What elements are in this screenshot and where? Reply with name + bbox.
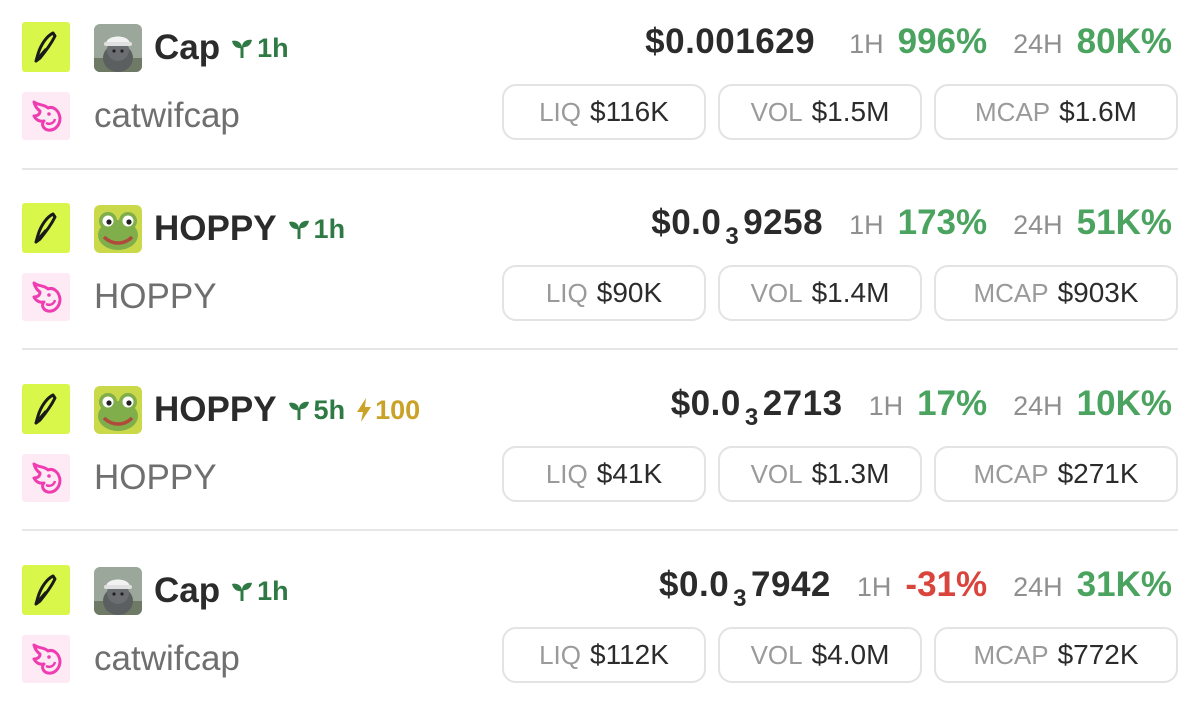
change-1h-value: 17%: [917, 384, 988, 423]
stats-group: LIQ $112K VOL $4.0M MCAP $772K: [502, 627, 1178, 683]
lightning-icon: [357, 398, 372, 422]
token-symbol: HOPPY: [94, 458, 217, 497]
boost-badge[interactable]: 100: [355, 395, 420, 426]
change-24h-value: 51K%: [1076, 203, 1172, 242]
token-name-group[interactable]: Cap 1h: [154, 24, 289, 72]
liquidity-chip[interactable]: LIQ $116K: [502, 84, 706, 140]
change-1h-value: 173%: [897, 203, 988, 242]
token-name: HOPPY: [154, 209, 277, 248]
age-value: 5h: [313, 394, 346, 425]
token-name: Cap: [154, 28, 221, 67]
token-name-group[interactable]: Cap 1h: [154, 567, 289, 615]
change-24h-value: 80K%: [1076, 22, 1172, 61]
pump-platform-icon: [22, 22, 70, 72]
row-divider: [22, 348, 1178, 350]
price-value: $0.0 3 9258: [651, 203, 824, 250]
row-divider: [22, 529, 1178, 531]
token-name: Cap: [154, 571, 221, 610]
market-cap-chip[interactable]: MCAP $271K: [934, 446, 1178, 502]
sprout-icon: [288, 220, 309, 239]
stats-group: LIQ $90K VOL $1.4M MCAP $903K: [502, 265, 1178, 321]
age-badge: 1h: [230, 33, 289, 64]
age-badge: 1h: [287, 213, 346, 245]
token-symbol: catwifcap: [94, 639, 240, 678]
market-cap-chip[interactable]: MCAP $903K: [934, 265, 1178, 321]
token-list: Cap 1h catwifcap $0.001629 1H 996% 24H 8…: [0, 0, 1200, 704]
stats-group: LIQ $116K VOL $1.5M MCAP $1.6M: [502, 84, 1178, 140]
token-name-group[interactable]: HOPPY 5h 100: [154, 386, 420, 434]
change-24h-label: 24H: [1013, 29, 1063, 59]
change-24h-label: 24H: [1013, 391, 1063, 421]
price-value: $0.0 3 2713: [670, 384, 843, 431]
price-bar: $0.0 3 7942 1H -31% 24H 31K%: [659, 565, 1172, 617]
liquidity-chip[interactable]: LIQ $90K: [502, 265, 706, 321]
row-divider: [22, 168, 1178, 170]
pump-platform-icon: [22, 565, 70, 615]
market-cap-chip[interactable]: MCAP $772K: [934, 627, 1178, 683]
change-1h-label: 1H: [868, 391, 904, 421]
frog-avatar: [94, 386, 142, 434]
cat-with-cap-avatar: [94, 567, 142, 615]
cat-with-cap-avatar: [94, 24, 142, 72]
uniswap-unicorn-icon: [22, 454, 70, 502]
uniswap-unicorn-icon: [22, 92, 70, 140]
liquidity-chip[interactable]: LIQ $41K: [502, 446, 706, 502]
uniswap-unicorn-icon: [22, 635, 70, 683]
token-symbol: HOPPY: [94, 277, 217, 316]
token-row[interactable]: HOPPY 5h 100 HOPPY $0.0 3 2713 1H 17% 24H …: [0, 362, 1200, 542]
sprout-icon: [232, 39, 253, 58]
token-row[interactable]: Cap 1h catwifcap $0.001629 1H 996% 24H 8…: [0, 0, 1200, 180]
market-cap-chip[interactable]: MCAP $1.6M: [934, 84, 1178, 140]
age-badge: 5h: [287, 394, 346, 426]
price-value: $0.001629: [645, 22, 816, 61]
liquidity-chip[interactable]: LIQ $112K: [502, 627, 706, 683]
price-bar: $0.0 3 9258 1H 173% 24H 51K%: [651, 203, 1172, 255]
age-value: 1h: [257, 32, 289, 63]
token-name: HOPPY: [154, 390, 277, 429]
token-symbol: catwifcap: [94, 96, 240, 135]
price-bar: $0.001629 1H 996% 24H 80K%: [645, 22, 1172, 74]
frog-avatar: [94, 205, 142, 253]
change-24h-label: 24H: [1013, 572, 1063, 602]
token-row[interactable]: Cap 1h catwifcap $0.0 3 7942 1H -31% 24H 3…: [0, 543, 1200, 723]
change-1h-label: 1H: [856, 572, 892, 602]
price-value: $0.0 3 7942: [659, 565, 831, 612]
age-value: 1h: [257, 575, 289, 606]
change-24h-label: 24H: [1013, 210, 1063, 240]
sprout-icon: [232, 582, 253, 601]
volume-chip[interactable]: VOL $1.5M: [718, 84, 922, 140]
change-1h-value: -31%: [905, 565, 988, 604]
stats-group: LIQ $41K VOL $1.3M MCAP $271K: [502, 446, 1178, 502]
change-24h-value: 31K%: [1076, 565, 1172, 604]
boost-value: 100: [375, 394, 421, 425]
volume-chip[interactable]: VOL $1.3M: [718, 446, 922, 502]
volume-chip[interactable]: VOL $4.0M: [718, 627, 922, 683]
price-bar: $0.0 3 2713 1H 17% 24H 10K%: [671, 384, 1172, 436]
uniswap-unicorn-icon: [22, 273, 70, 321]
age-badge: 1h: [230, 576, 289, 607]
token-row[interactable]: HOPPY 1h HOPPY $0.0 3 9258 1H 173% 24H 51K…: [0, 181, 1200, 361]
volume-chip[interactable]: VOL $1.4M: [718, 265, 922, 321]
sprout-icon: [288, 401, 309, 420]
age-value: 1h: [313, 213, 346, 244]
change-1h-label: 1H: [849, 210, 884, 240]
change-1h-value: 996%: [897, 22, 988, 61]
change-1h-label: 1H: [849, 29, 884, 59]
pump-platform-icon: [22, 203, 70, 253]
pump-platform-icon: [22, 384, 70, 434]
token-name-group[interactable]: HOPPY 1h: [154, 205, 345, 253]
change-24h-value: 10K%: [1076, 384, 1172, 423]
